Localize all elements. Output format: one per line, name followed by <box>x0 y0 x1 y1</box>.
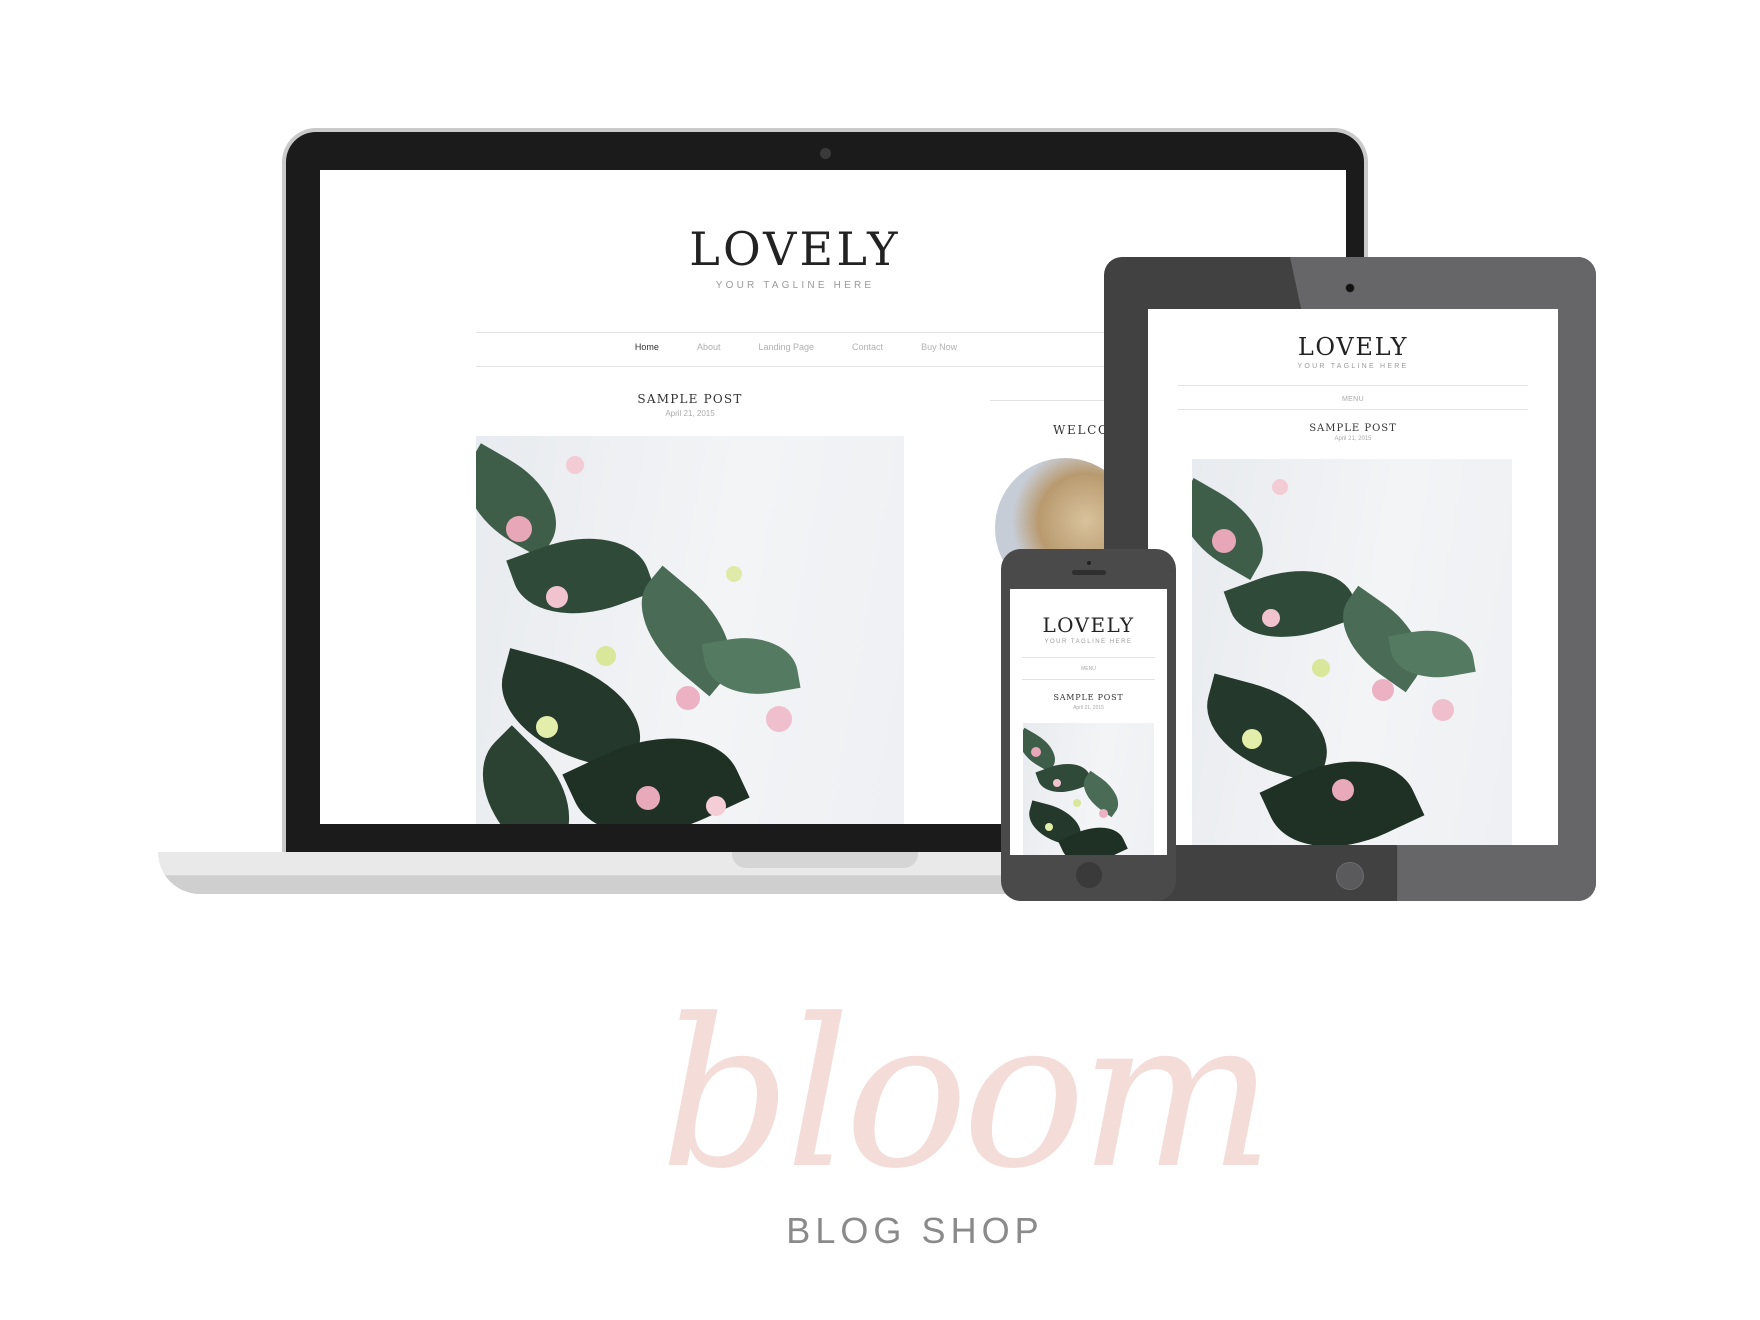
main-nav: Home About Landing Page Contact Buy Now <box>476 342 1116 360</box>
tablet-nav-divider-top <box>1178 385 1528 386</box>
phone-featured-image[interactable] <box>1023 723 1154 855</box>
tablet-camera <box>1345 283 1355 293</box>
phone-home-button[interactable] <box>1076 862 1102 888</box>
phone-post-title[interactable]: SAMPLE POST <box>1010 693 1167 702</box>
nav-contact[interactable]: Contact <box>852 342 883 360</box>
tablet-screen: LOVELY YOUR TAGLINE HERE MENU SAMPLE POS… <box>1148 309 1558 845</box>
nav-buy-now[interactable]: Buy Now <box>921 342 957 360</box>
phone-nav-divider-top <box>1022 657 1155 658</box>
phone-site-logo[interactable]: LOVELY <box>1010 613 1167 637</box>
phone-screen: LOVELY YOUR TAGLINE HERE MENU SAMPLE POS… <box>1010 589 1167 855</box>
post-date: April 21, 2015 <box>665 409 715 418</box>
brand-logo-script: bloom <box>660 976 1274 1214</box>
tablet-site-logo[interactable]: LOVELY <box>1148 333 1558 361</box>
tablet-site-tagline: YOUR TAGLINE HERE <box>1297 363 1409 370</box>
nav-about[interactable]: About <box>697 342 721 360</box>
phone-menu-button[interactable]: MENU <box>1010 666 1167 672</box>
tablet-home-button[interactable] <box>1336 862 1364 890</box>
featured-image[interactable] <box>476 436 904 824</box>
phone-post-date: April 21, 2015 <box>1073 705 1104 711</box>
nav-home[interactable]: Home <box>635 342 659 360</box>
laptop-notch <box>732 852 918 868</box>
phone-speaker <box>1072 570 1106 575</box>
laptop-camera <box>820 148 831 159</box>
tablet-post-date: April 21, 2015 <box>1334 436 1372 442</box>
tablet-nav-divider-bottom <box>1178 409 1528 410</box>
phone-camera <box>1087 561 1091 565</box>
nav-landing-page[interactable]: Landing Page <box>758 342 814 360</box>
tablet-menu-button[interactable]: MENU <box>1148 396 1558 403</box>
tablet-post-title[interactable]: SAMPLE POST <box>1148 423 1558 434</box>
post-title[interactable]: SAMPLE POST <box>476 392 904 406</box>
phone-site-tagline: YOUR TAGLINE HERE <box>1044 639 1133 645</box>
phone-nav-divider-bottom <box>1022 679 1155 680</box>
brand-subtitle: BLOG SHOP <box>786 1210 1044 1251</box>
tablet-featured-image[interactable] <box>1192 459 1512 845</box>
